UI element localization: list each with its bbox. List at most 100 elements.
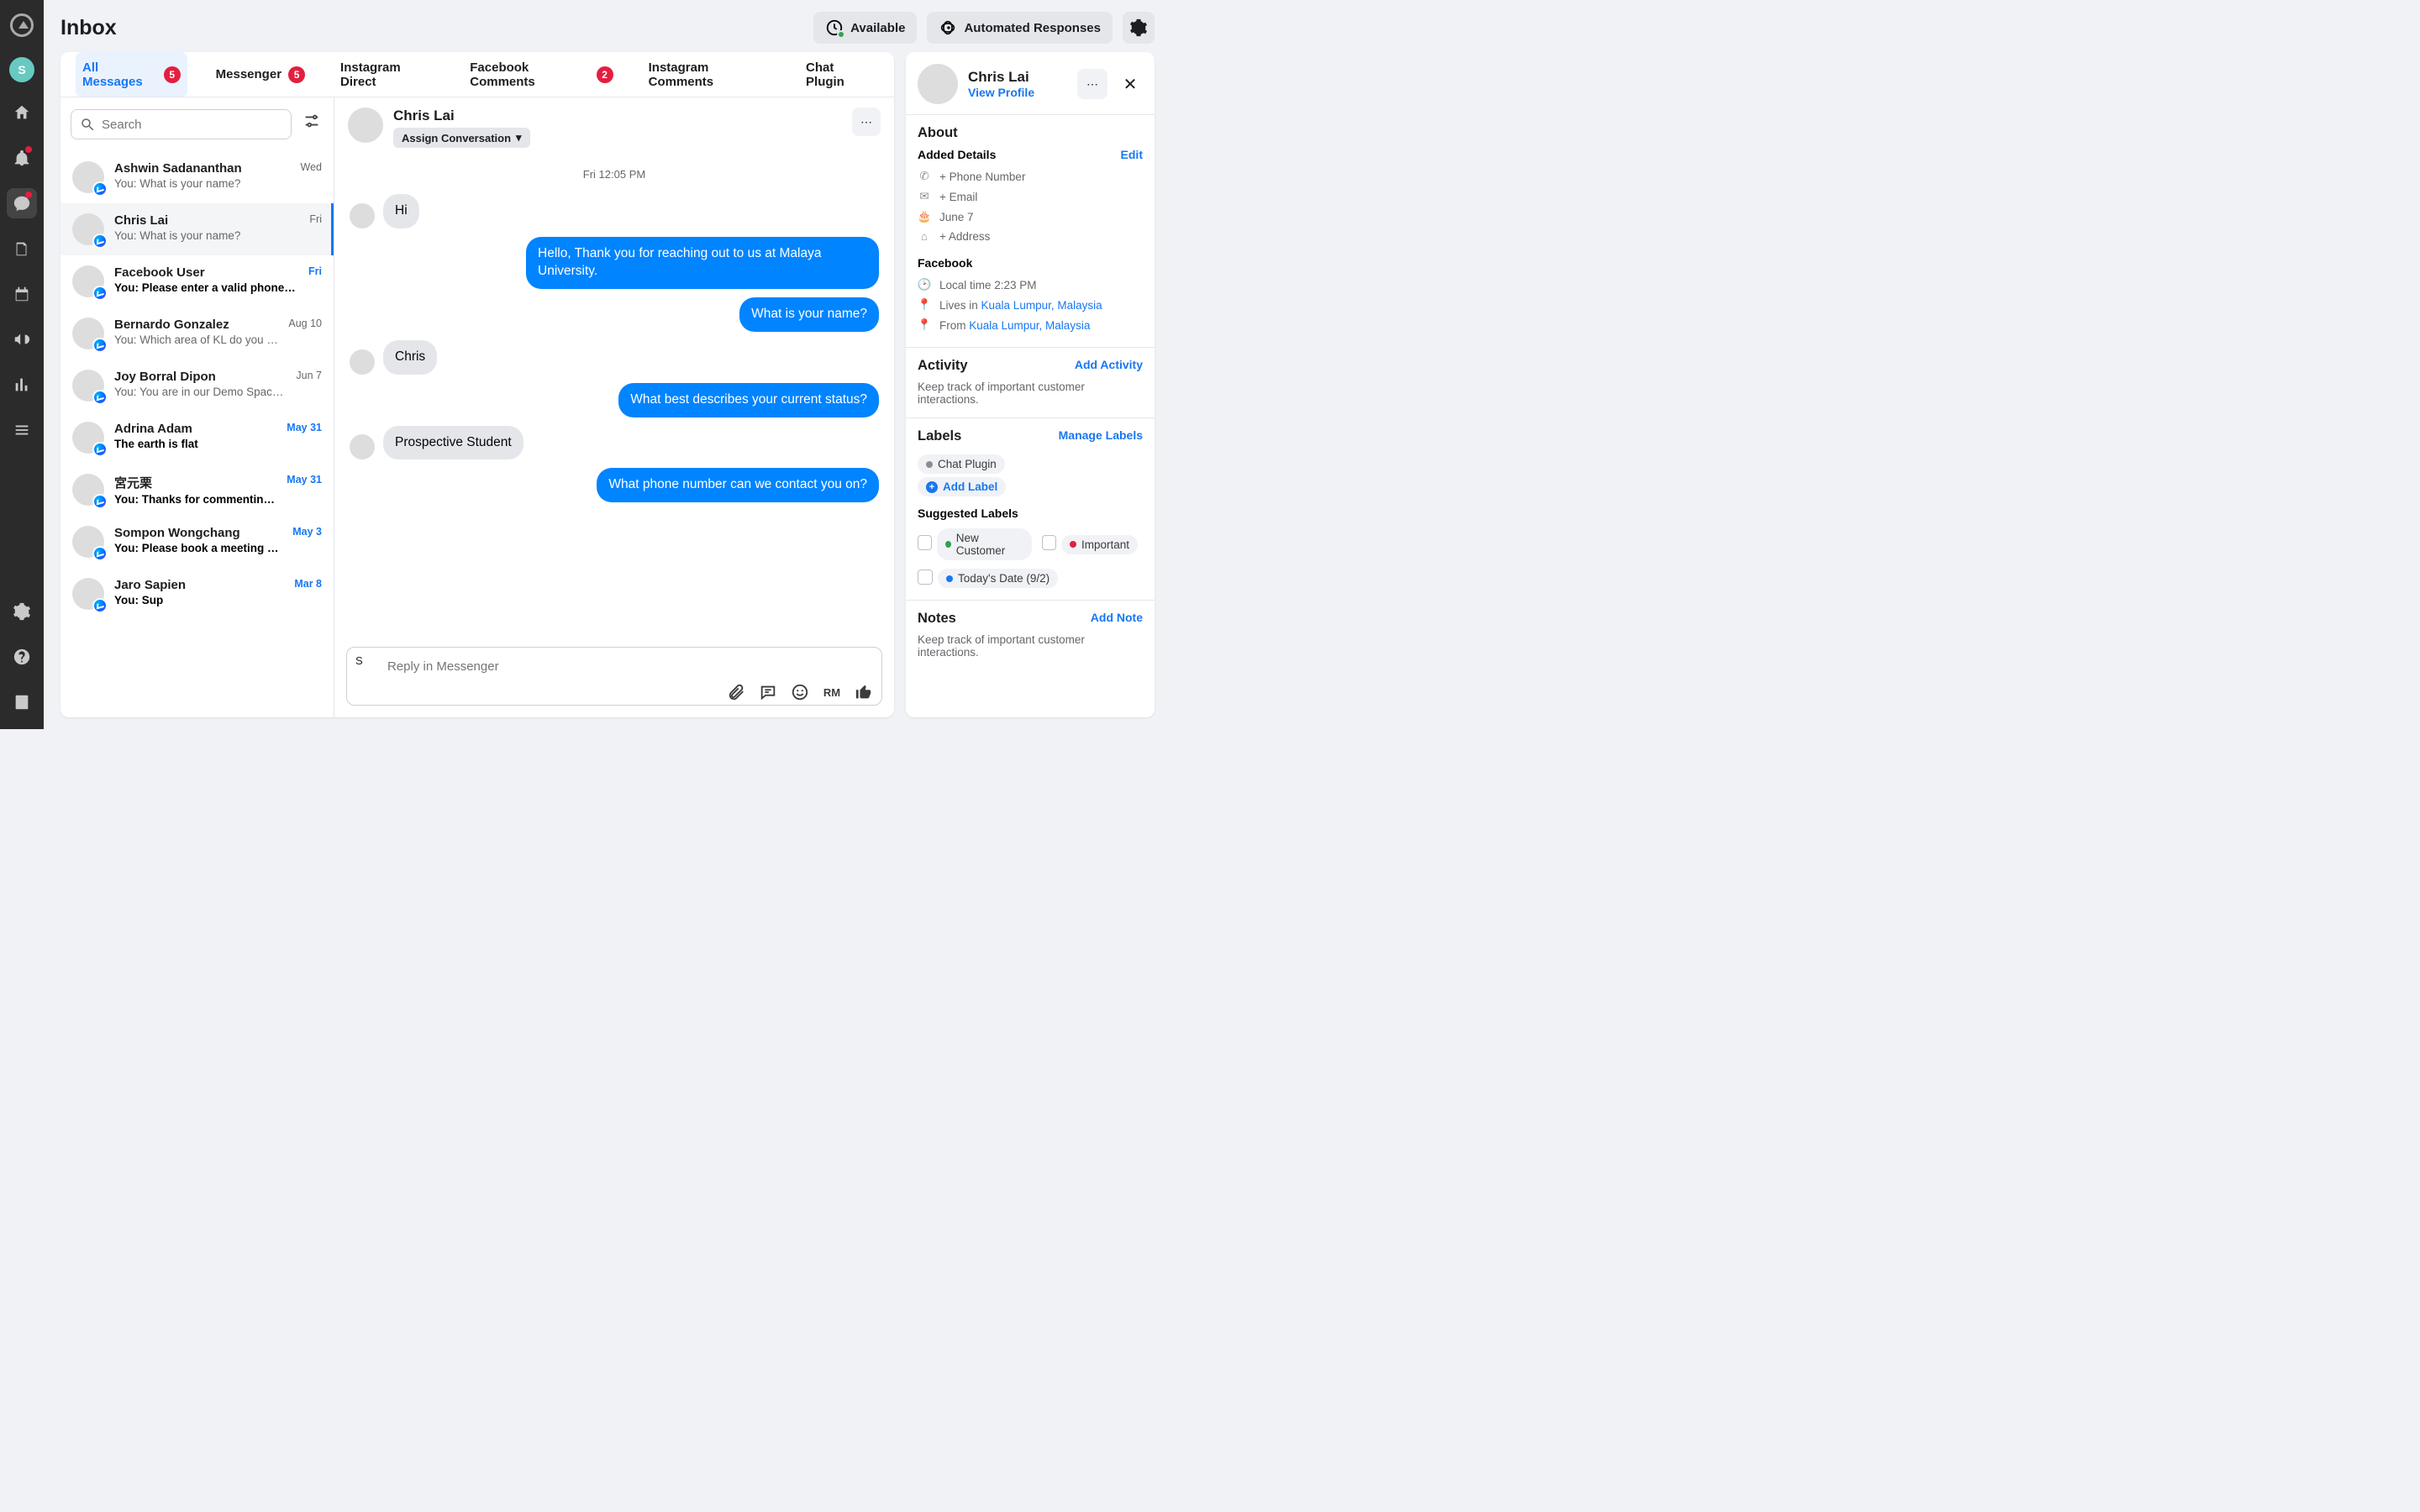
add-note-link[interactable]: Add Note: [1091, 611, 1143, 624]
chevron-down-icon: ▾: [516, 131, 522, 144]
assign-conversation-button[interactable]: Assign Conversation ▾: [393, 128, 530, 148]
gear-icon: [13, 602, 31, 621]
messenger-badge-icon: [92, 338, 108, 353]
suggested-label-todays-date[interactable]: Today's Date (9/2): [938, 569, 1058, 588]
profile-more-button[interactable]: ⋯: [1077, 69, 1107, 99]
settings-button[interactable]: [1123, 12, 1155, 44]
messenger-badge-icon: [92, 546, 108, 561]
conversation-preview: You: Please book a meeting using t…: [114, 542, 282, 554]
inbox-dot-icon: [25, 192, 32, 198]
nav-notifications[interactable]: [7, 143, 37, 173]
label-color-dot-icon: [946, 575, 953, 582]
nav-calendar[interactable]: [7, 279, 37, 309]
close-icon: ✕: [1123, 74, 1138, 95]
current-user-avatar[interactable]: S: [9, 57, 34, 82]
suggested-label-checkbox[interactable]: [918, 535, 932, 550]
conversation-avatar: [72, 318, 104, 349]
lives-in-row: 📍 Lives in Kuala Lumpur, Malaysia: [918, 295, 1143, 315]
chat-more-button[interactable]: ⋯: [852, 108, 881, 136]
close-profile-button[interactable]: ✕: [1118, 74, 1143, 95]
add-activity-link[interactable]: Add Activity: [1075, 358, 1143, 371]
nav-inbox[interactable]: [7, 188, 37, 218]
channel-tab[interactable]: Messenger5: [209, 58, 312, 92]
conversation-item[interactable]: 宮元栗You: Thanks for commenting, pleas…May…: [60, 464, 334, 516]
manage-labels-link[interactable]: Manage Labels: [1059, 428, 1143, 442]
add-email-row[interactable]: ✉ + Email: [918, 186, 1143, 207]
conversation-preview: You: Sup: [114, 594, 284, 606]
like-button[interactable]: [855, 683, 873, 701]
nav-announce[interactable]: [7, 324, 37, 354]
gear-icon: [1129, 18, 1148, 37]
message-row: Chris: [350, 340, 879, 375]
conversation-item[interactable]: Sompon WongchangYou: Please book a meeti…: [60, 516, 334, 568]
conversation-item[interactable]: Facebook UserYou: Please enter a valid p…: [60, 255, 334, 307]
add-label-button[interactable]: + Add Label: [918, 477, 1006, 496]
paperclip-icon: [727, 683, 745, 701]
tab-badge: 5: [164, 66, 181, 83]
attach-button[interactable]: [727, 683, 745, 701]
nav-menu[interactable]: [7, 415, 37, 445]
conversation-list[interactable]: Ashwin SadananthanYou: What is your name…: [60, 151, 334, 717]
edit-details-link[interactable]: Edit: [1121, 148, 1143, 161]
message-row: What phone number can we contact you on?: [350, 468, 879, 502]
nav-insights[interactable]: [7, 370, 37, 400]
nav-report[interactable]: [7, 687, 37, 717]
filter-button[interactable]: [300, 109, 324, 133]
channel-tab[interactable]: Facebook Comments2: [463, 52, 619, 97]
activity-description: Keep track of important customer interac…: [918, 381, 1143, 406]
nav-pages[interactable]: [7, 234, 37, 264]
suggested-label-checkbox[interactable]: [918, 570, 933, 585]
channel-tab[interactable]: Chat Plugin: [799, 52, 879, 97]
thumbs-up-icon: [855, 683, 873, 701]
chat-header: Chris Lai Assign Conversation ▾ ⋯: [334, 97, 894, 158]
rm-button[interactable]: RM: [823, 683, 841, 701]
facebook-subsection-title: Facebook: [918, 256, 1143, 270]
search-input[interactable]: [102, 118, 282, 132]
add-address-row[interactable]: ⌂ + Address: [918, 227, 1143, 246]
left-nav-rail: S: [0, 0, 44, 729]
conversation-avatar: [72, 474, 104, 506]
label-chip-chat-plugin[interactable]: Chat Plugin: [918, 454, 1005, 474]
conversation-item[interactable]: Adrina AdamThe earth is flatMay 31: [60, 412, 334, 464]
lives-in-link[interactable]: Kuala Lumpur, Malaysia: [981, 299, 1102, 312]
channel-tab[interactable]: Instagram Direct: [334, 52, 441, 97]
from-row: 📍 From Kuala Lumpur, Malaysia: [918, 315, 1143, 335]
conversation-preview: You: Thanks for commenting, pleas…: [114, 493, 276, 506]
conversation-list-pane: Ashwin SadananthanYou: What is your name…: [60, 97, 334, 717]
label-chip-text: Important: [1081, 538, 1129, 551]
menu-icon: [13, 421, 31, 439]
conversation-item[interactable]: Chris LaiYou: What is your name?Fri: [60, 203, 334, 255]
automated-responses-button[interactable]: Automated Responses: [927, 12, 1113, 44]
availability-toggle[interactable]: Available: [813, 12, 917, 44]
profile-avatar[interactable]: [918, 64, 958, 104]
view-profile-link[interactable]: View Profile: [968, 86, 1067, 99]
conversation-time: Mar 8: [294, 578, 322, 590]
suggested-label-new-customer[interactable]: New Customer: [937, 528, 1033, 560]
conversation-search[interactable]: [71, 109, 292, 139]
emoji-button[interactable]: [791, 683, 809, 701]
nav-help[interactable]: [7, 642, 37, 672]
conversation-item[interactable]: Jaro SapienYou: SupMar 8: [60, 568, 334, 620]
saved-replies-button[interactable]: [759, 683, 777, 701]
composer-avatar: S: [355, 654, 379, 678]
from-link[interactable]: Kuala Lumpur, Malaysia: [969, 319, 1090, 332]
conversation-name: Ashwin Sadananthan: [114, 161, 291, 176]
suggested-label-checkbox[interactable]: [1042, 535, 1056, 550]
message-thread[interactable]: Fri 12:05 PM HiHello, Thank you for reac…: [334, 158, 894, 647]
channel-tab-label: Messenger: [216, 67, 281, 81]
chat-contact-avatar[interactable]: [348, 108, 383, 143]
conversation-item[interactable]: Ashwin SadananthanYou: What is your name…: [60, 151, 334, 203]
conversation-time: Aug 10: [288, 318, 322, 329]
conversation-item[interactable]: Joy Borral DiponYou: You are in our Demo…: [60, 360, 334, 412]
add-phone-row[interactable]: ✆ + Phone Number: [918, 166, 1143, 186]
conversation-preview: You: Which area of KL do you live in?: [114, 333, 278, 346]
conversation-item[interactable]: Bernardo GonzalezYou: Which area of KL d…: [60, 307, 334, 360]
suggested-label-important[interactable]: Important: [1061, 535, 1138, 554]
channel-tab[interactable]: All Messages5: [76, 52, 187, 97]
nav-home[interactable]: [7, 97, 37, 128]
megaphone-icon: [13, 330, 31, 349]
channel-tab[interactable]: Instagram Comments: [642, 52, 777, 97]
local-time-row: 🕑 Local time 2:23 PM: [918, 275, 1143, 295]
nav-settings[interactable]: [7, 596, 37, 627]
composer-input[interactable]: [387, 659, 873, 674]
